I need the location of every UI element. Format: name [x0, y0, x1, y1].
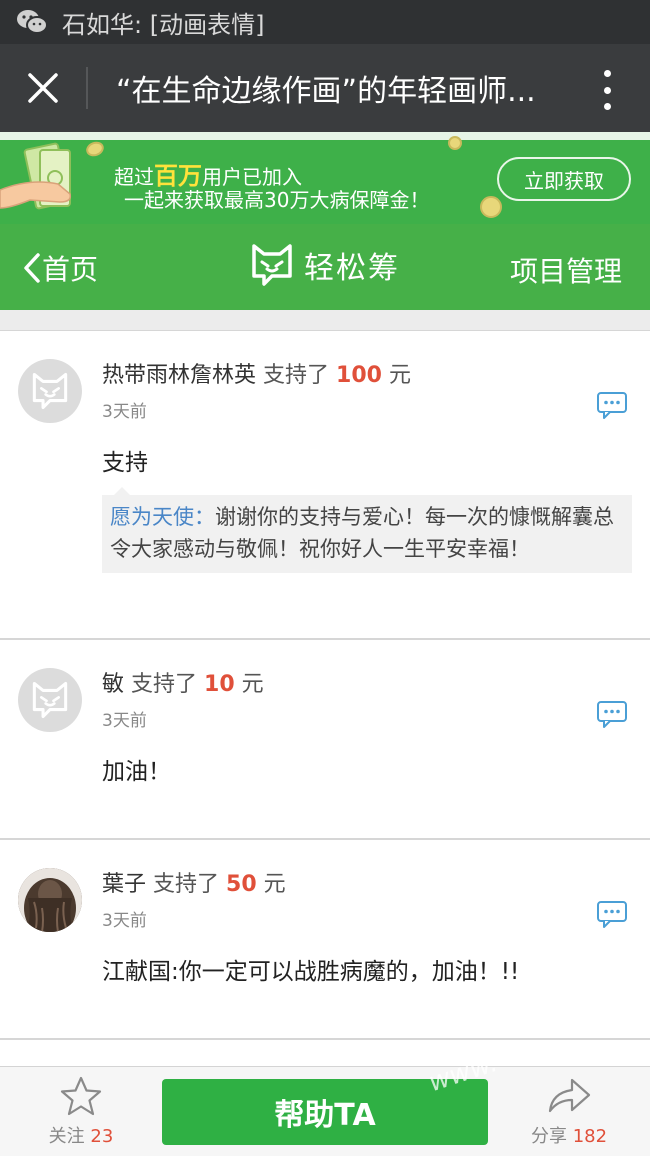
help-button[interactable]: 帮助TA	[162, 1079, 488, 1145]
default-avatar-icon	[32, 372, 68, 410]
avatar[interactable]	[18, 668, 82, 732]
donor-message: 加油！	[102, 759, 171, 785]
brand-logo: 轻松筹	[250, 242, 400, 288]
follow-button[interactable]: 关注 23	[26, 1075, 136, 1148]
bottom-action-bar: 关注 23 帮助TA 分享 182	[0, 1066, 650, 1156]
cat-logo-icon	[252, 244, 292, 286]
titlebar-divider	[86, 67, 88, 109]
comment-icon[interactable]	[596, 700, 628, 728]
home-back-button[interactable]: 首页	[22, 248, 98, 288]
share-button[interactable]: 分享 182	[514, 1075, 624, 1148]
currency-unit: 元	[241, 672, 264, 697]
page-title: “在生命边缘作画”的年轻画师...	[116, 74, 536, 109]
share-label: 分享	[530, 1126, 567, 1147]
more-dot-icon	[603, 86, 611, 94]
list-item: 敏 支持了 10 元 3天前 加油！	[0, 639, 650, 839]
money-hand-icon	[0, 142, 72, 210]
currency-unit: 元	[388, 363, 411, 388]
more-menu-button[interactable]	[600, 70, 614, 110]
follow-count: 23	[90, 1126, 114, 1147]
avatar[interactable]	[18, 868, 82, 932]
donor-line: 敏 支持了 10 元	[102, 666, 264, 698]
close-button[interactable]	[0, 44, 86, 132]
donation-amount: 10	[204, 672, 235, 697]
more-dot-icon	[603, 103, 611, 110]
reply-author[interactable]: 愿为天使：	[110, 505, 215, 529]
webview-titlebar: “在生命边缘作画”的年轻画师...	[0, 44, 650, 132]
currency-unit: 元	[263, 872, 286, 897]
list-item: 葉子 支持了 50 元 3天前 江献国:你一定可以战胜病魔的，加油！!!	[0, 839, 650, 1039]
share-icon	[548, 1078, 591, 1113]
share-count: 182	[572, 1126, 608, 1147]
support-text: 支持了	[263, 363, 330, 388]
reply-pointer	[114, 487, 130, 495]
donor-line: 葉子 支持了 50 元	[102, 866, 286, 898]
user-photo-avatar	[18, 868, 82, 932]
banner-subline: 一起来获取最高30万大病保障金！	[124, 188, 430, 212]
status-bar: 石如华: [动画表情]	[0, 0, 650, 44]
project-manage-link[interactable]: 项目管理	[510, 250, 622, 290]
promo-banner[interactable]: 超过百万用户已加入 一起来获取最高30万大病保障金！ 立即获取	[0, 132, 650, 224]
support-text: 支持了	[153, 872, 220, 897]
more-dot-icon	[603, 70, 611, 77]
donor-line: 热带雨林詹林英 支持了 100 元	[102, 357, 411, 389]
donation-amount: 100	[336, 363, 382, 388]
avatar[interactable]	[18, 359, 82, 423]
brand-name: 轻松筹	[304, 251, 400, 286]
comment-icon[interactable]	[596, 900, 628, 928]
home-label: 首页	[42, 253, 99, 286]
app-navbar: 首页 轻松筹 项目管理	[0, 224, 650, 310]
donor-name: 热带雨林詹林英	[102, 363, 257, 388]
donor-name: 葉子	[102, 872, 147, 897]
chevron-left-icon	[24, 253, 40, 283]
coin-icon	[448, 136, 462, 150]
follow-label: 关注	[48, 1126, 85, 1147]
donor-message: 江献国:你一定可以战胜病魔的，加油！!!	[102, 959, 520, 985]
star-icon	[60, 1076, 102, 1116]
timestamp: 3天前	[102, 911, 147, 931]
donation-amount: 50	[226, 872, 257, 897]
coin-icon	[480, 196, 502, 218]
close-icon	[28, 73, 58, 103]
donor-message: 支持	[102, 450, 148, 476]
timestamp: 3天前	[102, 402, 147, 422]
default-avatar-icon	[32, 681, 68, 719]
notification-title: 石如华: [动画表情]	[62, 10, 265, 39]
donor-name: 敏	[102, 672, 125, 697]
timestamp: 3天前	[102, 711, 147, 731]
support-text: 支持了	[131, 672, 198, 697]
wechat-icon	[16, 8, 48, 36]
list-item: 热带雨林詹林英 支持了 100 元 3天前 支持 愿为天使：谢谢你的支持与爱心！…	[0, 330, 650, 639]
organizer-reply: 愿为天使：谢谢你的支持与爱心！每一次的慷慨解囊总令大家感动与敬佩！祝你好人一生平…	[102, 495, 632, 573]
get-now-button[interactable]: 立即获取	[497, 157, 631, 201]
comment-icon[interactable]	[596, 391, 628, 419]
